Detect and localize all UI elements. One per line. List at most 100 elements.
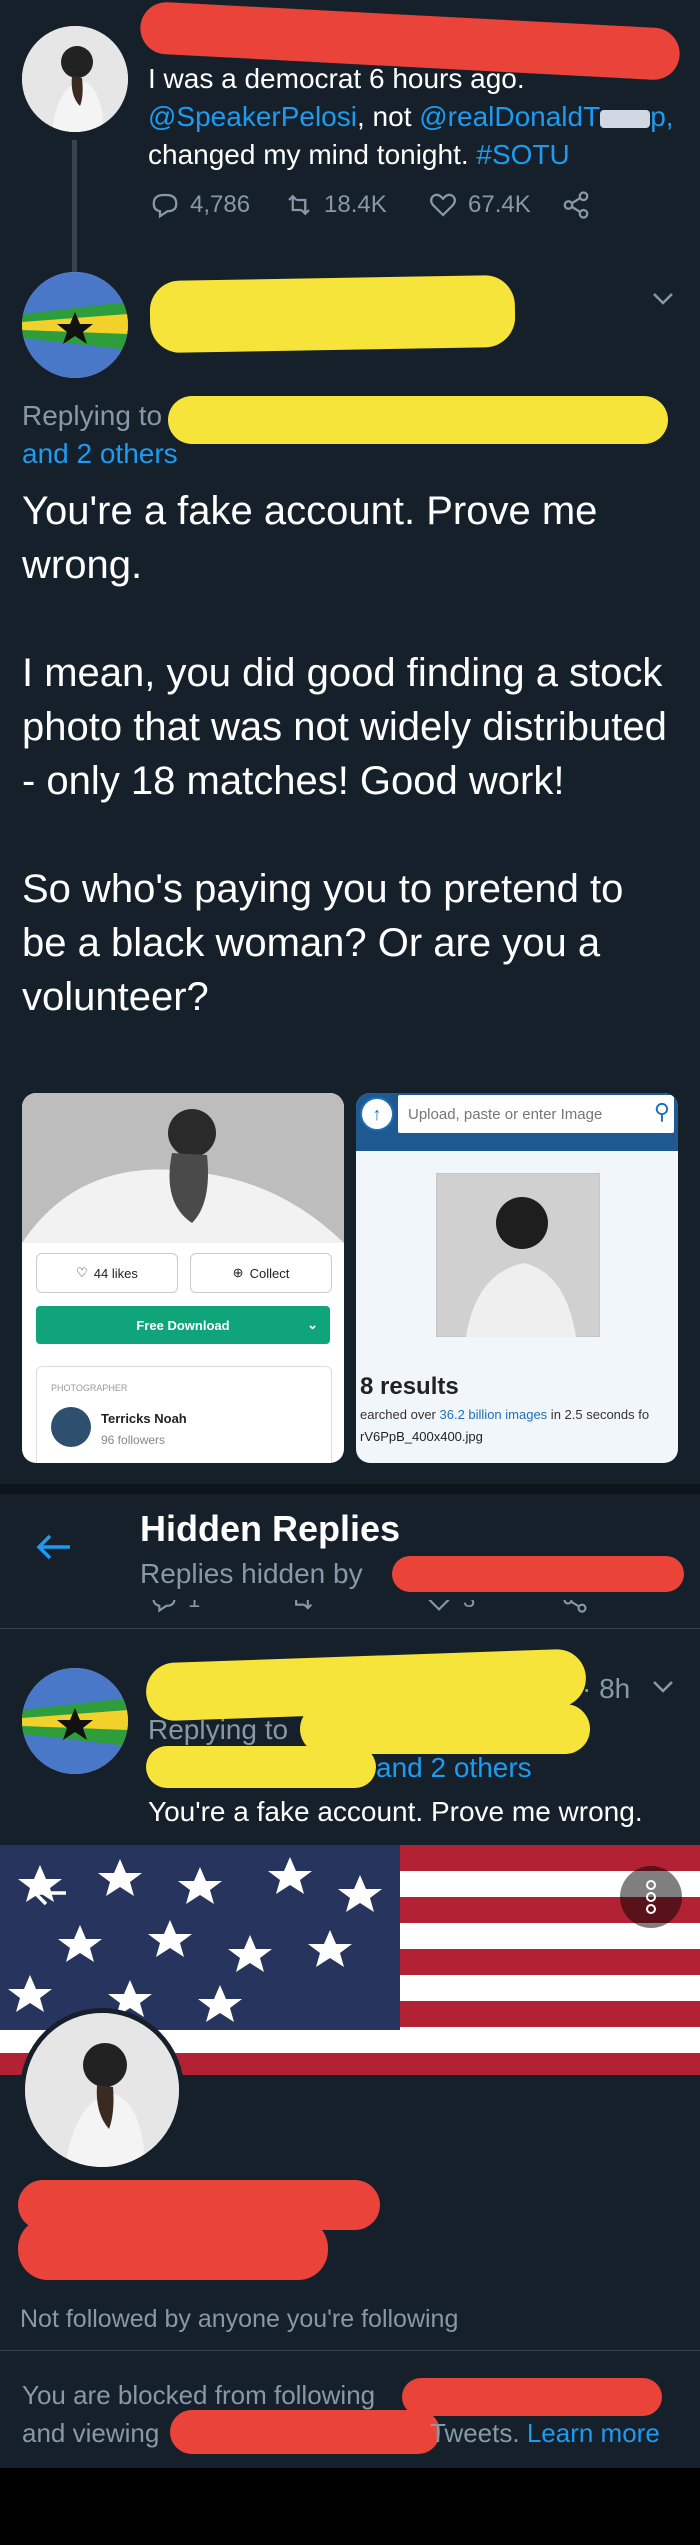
- redaction: [149, 274, 516, 354]
- tweets-text: Tweets.: [430, 2418, 527, 2448]
- stock-photo-image: [22, 1093, 344, 1243]
- redaction: [18, 2218, 328, 2280]
- avatar[interactable]: [22, 26, 128, 132]
- reply-count: 1: [188, 1600, 200, 1613]
- photographer-avatar: [51, 1407, 91, 1447]
- plus-circle-icon: ⊕: [232, 1265, 244, 1280]
- stock-photo-card[interactable]: ♡ 44 likes ⊕ Collect Free Download ⌄ PHOTO…: [22, 1093, 344, 1463]
- like-count: 67.4K: [468, 191, 531, 218]
- chevron-down-icon[interactable]: [650, 290, 676, 308]
- heart-icon: [428, 1600, 450, 1611]
- share-button[interactable]: [560, 190, 592, 220]
- reply-button[interactable]: 4,786: [150, 190, 250, 220]
- summary-text: earched over: [360, 1407, 440, 1422]
- search-input[interactable]: Upload, paste or enter Image ⚲: [398, 1095, 674, 1133]
- photographer-name[interactable]: Terricks Noah: [101, 1411, 187, 1426]
- retweet-button[interactable]: [288, 1600, 316, 1614]
- collect-button[interactable]: ⊕ Collect: [190, 1253, 332, 1293]
- share-icon: [563, 191, 589, 219]
- summary-count: 36.2 billion images: [439, 1407, 548, 1422]
- share-icon: [563, 1600, 587, 1613]
- redaction: [168, 396, 668, 444]
- like-button[interactable]: 67.4K: [428, 190, 531, 220]
- flag-avatar-image: [22, 1668, 128, 1774]
- thread-line: [72, 140, 77, 275]
- hidden-replies-title: Hidden Replies: [140, 1508, 401, 1549]
- result-filename: rV6PpB_400x400.jpg: [360, 1429, 483, 1444]
- replying-to: Replying to: [148, 1714, 289, 1745]
- reply-time: · 8h: [582, 1673, 631, 1704]
- redaction: [402, 2378, 662, 2416]
- tweet-line: I was a democrat 6 hours ago.: [148, 63, 525, 94]
- search-placeholder: Upload, paste or enter Image: [408, 1106, 603, 1123]
- chevron-down-icon[interactable]: [650, 1678, 676, 1696]
- portrait-image: [22, 26, 128, 132]
- collect-label: Collect: [249, 1265, 290, 1281]
- redaction: [146, 1746, 376, 1788]
- reply-body: You're a fake account. Prove me wrong. I…: [22, 484, 672, 1024]
- flag-avatar-image: [22, 272, 128, 378]
- portrait-image: [25, 2013, 179, 2167]
- blocked-text-line2: and viewing: [22, 2418, 160, 2448]
- blocked-text-tail: Tweets. Learn more: [430, 2418, 660, 2449]
- mention-link[interactable]: p,: [650, 101, 673, 132]
- photographer-followers: 96 followers: [101, 1433, 166, 1447]
- section-gap: [0, 1484, 700, 1494]
- tweet-line: @SpeakerPelosi, not @realDonaldT p,: [148, 98, 688, 136]
- retweet-icon: [295, 1600, 313, 1610]
- retweet-button[interactable]: 18.4K: [284, 190, 387, 220]
- profile-avatar[interactable]: [20, 2008, 184, 2172]
- reply-count: 4,786: [190, 191, 251, 218]
- retweet-count: 18.4K: [324, 191, 387, 218]
- more-options-button[interactable]: [620, 1866, 682, 1928]
- photographer-box: PHOTOGRAPHER Terricks Noah 96 followers: [36, 1366, 332, 1463]
- replying-to: Replying to: [22, 400, 163, 431]
- heart-icon: [430, 193, 456, 217]
- photographer-label: PHOTOGRAPHER: [51, 1383, 128, 1393]
- redaction: [600, 109, 651, 128]
- retweet-icon: [288, 194, 310, 216]
- back-arrow-icon[interactable]: [30, 1878, 70, 1908]
- image-search-card[interactable]: ↑ Upload, paste or enter Image ⚲ 8 resul…: [356, 1093, 678, 1463]
- free-download-button[interactable]: Free Download ⌄: [36, 1306, 330, 1344]
- avatar[interactable]: [22, 1668, 128, 1774]
- like-button[interactable]: 3: [425, 1600, 475, 1614]
- upload-button[interactable]: ↑: [360, 1097, 394, 1131]
- heart-icon: ♡: [76, 1265, 88, 1280]
- avatar[interactable]: [22, 272, 128, 378]
- peek-action-row: 1 3: [0, 1600, 700, 1624]
- search-thumbnail-image: [436, 1173, 600, 1337]
- reply-paragraph: I mean, you did good finding a stock pho…: [22, 651, 667, 803]
- results-summary: earched over 36.2 billion images in 2.5 …: [360, 1407, 678, 1422]
- blocked-text-line1: You are blocked from following: [22, 2380, 376, 2410]
- reply-button[interactable]: 1: [150, 1600, 200, 1614]
- reply-text: You're a fake account. Prove me wrong.: [148, 1796, 643, 1827]
- reply-icon: [152, 193, 178, 219]
- like-count: 3: [463, 1600, 475, 1613]
- and-others-link[interactable]: and 2 others: [22, 438, 178, 470]
- mention-link[interactable]: @SpeakerPelosi: [148, 101, 357, 132]
- learn-more-link[interactable]: Learn more: [527, 2418, 660, 2448]
- divider: [0, 2350, 700, 2351]
- search-icon[interactable]: ⚲: [654, 1099, 670, 1125]
- hashtag-link[interactable]: #SOTU: [476, 139, 569, 170]
- share-button[interactable]: [560, 1600, 590, 1614]
- results-title: 8 results: [360, 1373, 459, 1400]
- likes-button[interactable]: ♡ 44 likes: [36, 1253, 178, 1293]
- bottom-bar: [0, 2468, 700, 2545]
- reply-paragraph: You're a fake account. Prove me wrong.: [22, 489, 598, 587]
- upload-arrow-icon: ↑: [372, 1103, 382, 1124]
- chevron-down-icon: ⌄: [307, 1317, 318, 1332]
- reply-paragraph: So who's paying you to pretend to be a b…: [22, 867, 624, 1019]
- tweet-text-fragment: changed my mind tonight.: [148, 139, 477, 170]
- tweet-line: changed my mind tonight. #SOTU: [148, 136, 688, 174]
- and-others-link[interactable]: and 2 others: [376, 1752, 532, 1784]
- not-followed-text: Not followed by anyone you're following: [20, 2305, 459, 2333]
- more-vertical-icon: [646, 1880, 656, 1914]
- divider: [0, 1628, 700, 1629]
- mention-link[interactable]: @realDonaldT: [419, 101, 600, 132]
- tweet-text: I was a democrat 6 hours ago. @SpeakerPe…: [148, 60, 688, 174]
- summary-text: in 2.5 seconds fo: [547, 1407, 650, 1422]
- back-arrow-icon[interactable]: [34, 1532, 74, 1562]
- hidden-replies-subtitle: Replies hidden by: [140, 1558, 363, 1589]
